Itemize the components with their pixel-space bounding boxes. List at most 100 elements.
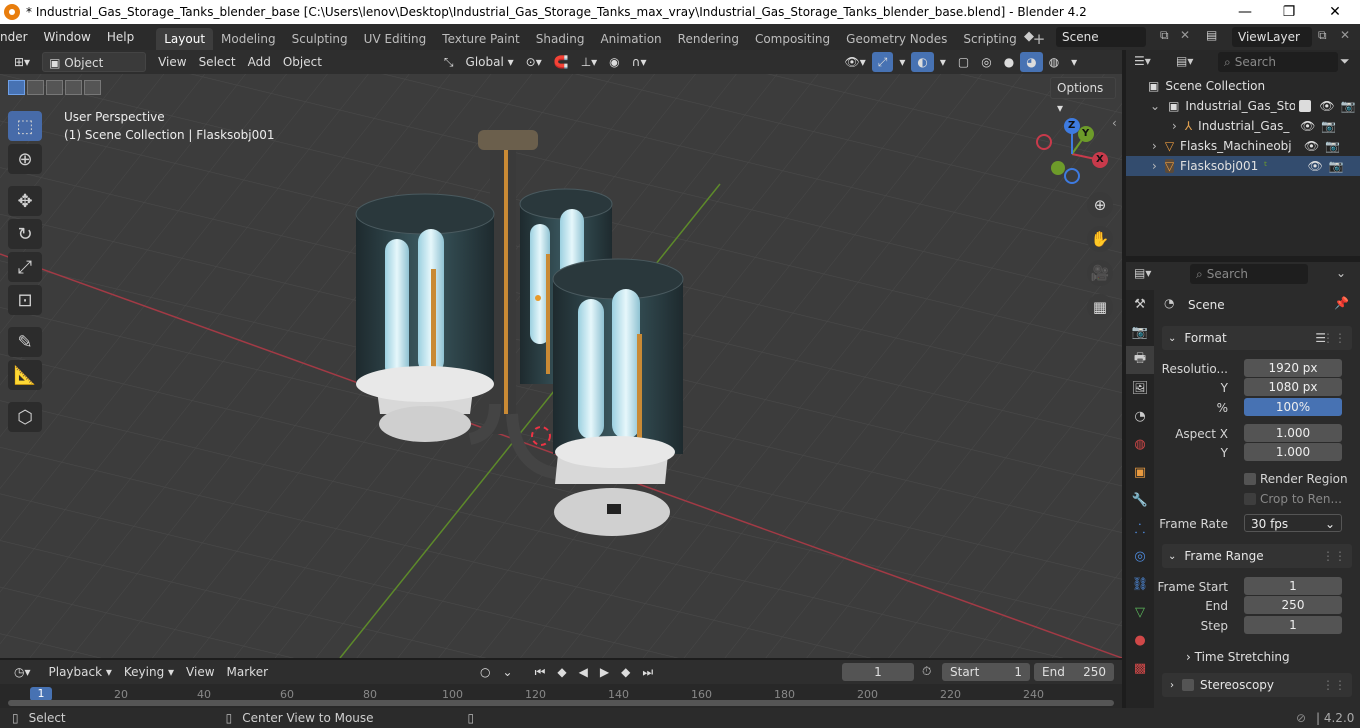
frame-rate-dropdown[interactable]: 30 fps ⌄ [1244, 514, 1342, 532]
render-tab-icon[interactable]: 📷 [1126, 318, 1154, 346]
view-layer-tab-icon[interactable]: 🖼 [1126, 374, 1154, 402]
minimize-button[interactable]: — [1222, 0, 1268, 24]
new-viewlayer-icon[interactable]: ⧉ [1318, 28, 1327, 43]
menu-add[interactable]: Add [242, 52, 277, 72]
gizmo-icon[interactable]: ⤢ [871, 52, 894, 72]
tab-uv-editing[interactable]: UV Editing [356, 28, 435, 50]
render-camera-icon[interactable]: 📷 [1325, 139, 1340, 153]
playhead-frame-label[interactable]: 1 [30, 687, 52, 701]
scene-tab-icon[interactable]: ◔ [1126, 402, 1154, 430]
menu-help[interactable]: Help [99, 24, 142, 50]
visibility-icon[interactable]: 👁▾ [838, 52, 871, 72]
render-region-checkbox[interactable] [1244, 473, 1256, 485]
scale-tool-icon[interactable]: ⤢ [8, 252, 42, 282]
preview-range-icon[interactable]: ⏱ [922, 664, 931, 679]
eye-icon[interactable]: 👁 [1300, 119, 1315, 133]
measure-tool-icon[interactable]: 📐 [8, 360, 42, 390]
aspect-y-field[interactable]: 1.000 [1244, 443, 1342, 461]
pan-hand-icon[interactable]: ✋ [1087, 226, 1113, 252]
timeline-view-menu[interactable]: View [180, 662, 220, 682]
pivot-icon[interactable]: ⊙▾ [520, 52, 548, 72]
3d-viewport[interactable]: User Perspective (1) Scene Collection | … [0, 74, 1122, 658]
snap-icon[interactable]: 🧲 [548, 52, 575, 72]
falloff-icon[interactable]: ∩▾ [626, 52, 653, 72]
menu-select[interactable]: Select [193, 52, 242, 72]
menu-object[interactable]: Object [277, 52, 328, 72]
pin-icon[interactable]: 📌 [1334, 296, 1349, 310]
overlays-dropdown-icon[interactable]: ▾ [934, 52, 952, 72]
keying-menu[interactable]: Keying ▾ [118, 662, 180, 682]
rotate-tool-icon[interactable]: ↻ [8, 219, 42, 249]
physics-tab-icon[interactable]: ◎ [1126, 542, 1154, 570]
drag-handle-icon[interactable]: ⋮⋮ [1322, 331, 1346, 345]
constraints-tab-icon[interactable]: ⛓ [1126, 570, 1154, 598]
timeline-scrollbar[interactable] [8, 700, 1114, 706]
tab-rendering[interactable]: Rendering [670, 28, 747, 50]
proportional-edit-icon[interactable]: ◉ [603, 52, 625, 72]
remove-viewlayer-icon[interactable]: ✕ [1340, 28, 1350, 42]
select-new-icon[interactable] [8, 80, 25, 95]
camera-view-icon[interactable]: 🎥 [1087, 260, 1113, 286]
orientation-selector[interactable]: Global ▾ [460, 52, 520, 72]
start-frame-field[interactable]: Start 1 [942, 663, 1030, 681]
stereoscopy-panel-header[interactable]: › Stereoscopy ⋮⋮ [1162, 673, 1352, 697]
timeline-ruler[interactable]: 1 20 40 60 80 100 120 140 160 180 200 22… [0, 684, 1122, 708]
mode-selector[interactable]: ▣ Object Mode ▾ [42, 52, 147, 90]
outliner-row-flasksobj001[interactable]: › ▽ Flasksobj001 ᵗ 👁 📷 [1126, 156, 1360, 176]
render-camera-icon[interactable]: 📷 [1321, 119, 1336, 133]
auto-keying-icon[interactable]: ○ [474, 662, 496, 682]
material-tab-icon[interactable]: ● [1126, 626, 1154, 654]
tab-layout[interactable]: Layout [156, 28, 214, 50]
stereoscopy-checkbox[interactable] [1182, 679, 1194, 691]
crop-checkbox[interactable] [1244, 493, 1256, 505]
play-icon[interactable]: ▶ [594, 662, 615, 682]
zoom-icon[interactable]: ⊕ [1087, 192, 1113, 218]
keying-set-icon[interactable]: ⌄ [497, 662, 519, 682]
next-keyframe-icon[interactable]: ◆ [615, 662, 636, 682]
properties-search-input[interactable]: ⌕ Search [1190, 264, 1308, 284]
exclude-checkbox[interactable] [1299, 100, 1312, 112]
filter-icon[interactable]: ⏷ [1340, 54, 1350, 69]
neg-z-axis-icon[interactable] [1064, 168, 1080, 184]
frame-step-field[interactable]: 1 [1244, 616, 1342, 634]
sidebar-toggle-icon[interactable]: ‹ [1112, 116, 1117, 130]
tab-modeling[interactable]: Modeling [213, 28, 284, 50]
neg-x-axis-icon[interactable] [1036, 134, 1052, 150]
remove-scene-icon[interactable]: ✕ [1180, 28, 1190, 42]
tab-texture-paint[interactable]: Texture Paint [434, 28, 527, 50]
select-invert-icon[interactable] [65, 80, 82, 95]
outliner-search-input[interactable]: ⌕ Search [1218, 52, 1338, 72]
tab-geometry-nodes[interactable]: Geometry Nodes [838, 28, 955, 50]
close-button[interactable]: ✕ [1312, 0, 1358, 24]
menu-window[interactable]: Window [36, 24, 99, 50]
snap-target-icon[interactable]: ⊥▾ [575, 52, 603, 72]
outliner-row-flasks-machineobj[interactable]: › ▽ Flasks_Machineobj 👁 📷 [1126, 136, 1360, 156]
timeline-editor-icon[interactable]: ◷▾ [8, 662, 37, 682]
frame-start-field[interactable]: 1 [1244, 577, 1342, 595]
editor-type-icon[interactable]: ⊞▾ [8, 52, 36, 72]
outliner-row-industrial-empty[interactable]: › ⅄ Industrial_Gas_ 👁 📷 [1126, 116, 1360, 136]
expand-arrow-icon[interactable]: › [1172, 119, 1177, 133]
select-subtract-icon[interactable] [46, 80, 63, 95]
prev-keyframe-icon[interactable]: ◆ [551, 662, 572, 682]
select-extend-icon[interactable] [27, 80, 44, 95]
outliner-row-scene-collection[interactable]: ▣ Scene Collection [1126, 76, 1360, 96]
menu-render[interactable]: nder [0, 24, 36, 50]
expand-arrow-icon[interactable]: › [1152, 159, 1157, 173]
render-camera-icon[interactable]: 📷 [1341, 99, 1356, 113]
overlays-icon[interactable]: ◐ [911, 52, 934, 72]
outliner-row-industrial-collection[interactable]: ⌄ ▣ Industrial_Gas_Sto 👁 📷 [1126, 96, 1360, 116]
frame-range-panel-header[interactable]: ⌄ Frame Range ⋮⋮ [1162, 544, 1352, 568]
tool-tab-icon[interactable]: ⚒ [1126, 290, 1154, 318]
current-frame-field[interactable]: 1 [842, 663, 914, 681]
menu-view[interactable]: View [152, 52, 192, 72]
expand-arrow-icon[interactable]: › [1152, 139, 1157, 153]
cursor-tool-icon[interactable]: ⊕ [8, 144, 42, 174]
tab-sculpting[interactable]: Sculpting [284, 28, 356, 50]
solid-shading-icon[interactable]: ● [998, 52, 1020, 72]
properties-editor-icon[interactable]: ▤▾ [1134, 266, 1151, 280]
play-reverse-icon[interactable]: ◀ [573, 662, 594, 682]
playback-menu[interactable]: Playback ▾ [43, 662, 118, 682]
eye-icon[interactable]: 👁 [1308, 159, 1323, 173]
transform-tool-icon[interactable]: ⊡ [8, 285, 42, 315]
